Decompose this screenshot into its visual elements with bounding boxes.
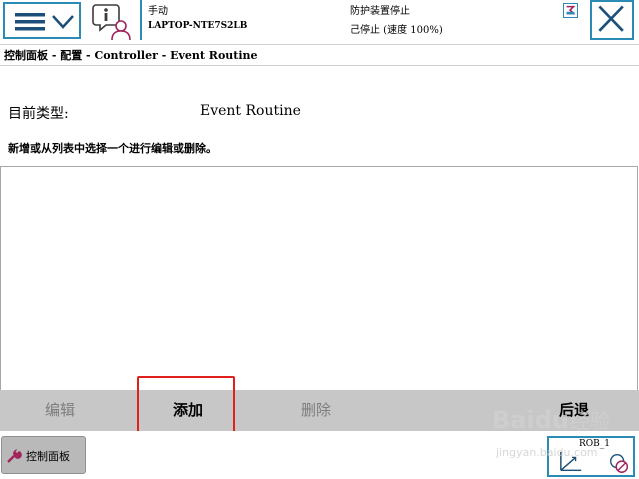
jog-disabled-icon [610, 454, 629, 473]
controller-name: LAPTOP-NTE7S2LB [148, 21, 248, 31]
close-icon [598, 5, 624, 32]
edit-button[interactable]: 编辑 [0, 390, 120, 431]
info-user-icon[interactable] [92, 2, 132, 42]
robot-unit-label: ROB_1 [579, 439, 610, 449]
menu-icon [15, 13, 45, 31]
routine-list[interactable] [0, 166, 638, 391]
main-menu-button[interactable] [3, 2, 81, 39]
command-bar: 编辑 添加 删除 后退 [0, 390, 639, 431]
status-indicator-icon [563, 3, 578, 18]
robot-axes-icon [560, 451, 582, 472]
divider [0, 65, 639, 66]
current-type-label: 目前类型: [8, 106, 69, 122]
safety-status: 防护装置停止 [350, 6, 410, 17]
current-type-value: Event Routine [200, 103, 301, 119]
close-button[interactable] [590, 0, 634, 40]
wrench-icon [7, 449, 22, 463]
chevron-down-icon [52, 15, 74, 29]
status-panel[interactable]: 手动 LAPTOP-NTE7S2LB 防护装置停止 己停止 (速度 100%) [140, 0, 592, 40]
breadcrumb: 控制面板 - 配置 - Controller - Event Routine [4, 49, 258, 62]
control-panel-task-button[interactable]: 控制面板 [1, 436, 86, 474]
mode-text: 手动 [148, 6, 168, 17]
back-button[interactable]: 后退 [514, 390, 634, 431]
taskbar [0, 431, 639, 479]
instruction-text: 新增或从列表中选择一个进行编辑或删除。 [8, 142, 217, 155]
robot-unit-panel[interactable]: ROB_1 [547, 436, 635, 477]
control-panel-task-label: 控制面板 [26, 450, 70, 463]
run-status: 己停止 (速度 100%) [350, 25, 443, 36]
top-bar: 手动 LAPTOP-NTE7S2LB 防护装置停止 己停止 (速度 100%) [0, 0, 639, 45]
delete-button[interactable]: 删除 [256, 390, 376, 431]
